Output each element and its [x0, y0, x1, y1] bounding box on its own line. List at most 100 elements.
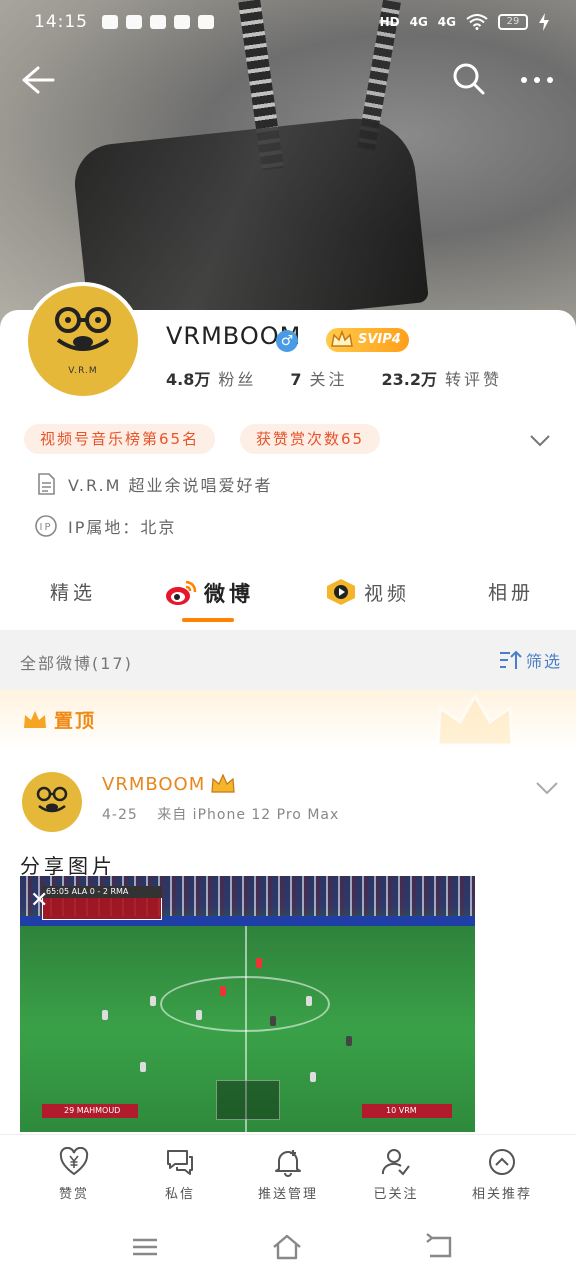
action-label: 私信	[164, 1187, 195, 1202]
weibo-logo-icon	[166, 580, 197, 605]
video-play-icon	[327, 579, 355, 605]
profile-avatar[interactable]: V.R.M	[24, 282, 142, 400]
player	[270, 1016, 276, 1026]
all-posts-count[interactable]: 全部微博(17)	[20, 650, 133, 674]
filter-button[interactable]: 筛选	[498, 648, 562, 672]
post-username-row[interactable]: VRMBOOM	[102, 772, 237, 796]
tab-featured[interactable]: 精选	[50, 578, 96, 605]
stat-label: 关注	[309, 370, 348, 389]
hud-right-player: 10 VRM	[362, 1104, 452, 1118]
back-arrow-icon[interactable]	[20, 62, 56, 98]
reward-button[interactable]: 赞赏	[24, 1147, 124, 1202]
decorative-crown-icon	[436, 692, 514, 747]
team-home: ALA	[71, 887, 88, 896]
profile-tabs: 精选 微博 视频 相册	[0, 570, 576, 626]
tab-label: 相册	[488, 582, 535, 604]
avatar-caption: V.R.M	[68, 366, 98, 376]
post-date: 4-25	[102, 807, 138, 823]
tab-label: 视频	[364, 582, 411, 605]
hud-left-player: 29 MAHMOUD	[42, 1104, 138, 1118]
action-label: 相关推荐	[471, 1187, 532, 1202]
close-icon: ✕	[30, 888, 49, 913]
post-username: VRMBOOM	[102, 773, 206, 795]
document-icon	[38, 473, 55, 495]
player	[140, 1062, 146, 1072]
home-icon[interactable]	[272, 1232, 302, 1262]
message-button[interactable]: 私信	[130, 1147, 230, 1202]
stat-value: 7	[290, 370, 302, 389]
chat-icon	[167, 1150, 193, 1175]
stat-interactions[interactable]: 23.2万 转评赞	[382, 366, 503, 390]
player	[196, 1010, 202, 1020]
post-avatar[interactable]	[22, 772, 82, 832]
minimap	[216, 1080, 280, 1120]
more-options-icon[interactable]	[518, 62, 556, 98]
bio-row: V.R.M 超业余说唱爱好者	[34, 470, 273, 498]
status-time: 14:15	[34, 12, 88, 32]
mail-icon	[150, 15, 166, 29]
stat-label: 粉丝	[218, 370, 257, 389]
bottom-action-bar: 赞赏 私信 推送管理 已关注 相关推荐	[0, 1134, 576, 1212]
tag-reward-count[interactable]: 获赞赏次数65	[240, 424, 381, 454]
player	[256, 958, 262, 968]
bio-text: V.R.M 超业余说唱爱好者	[68, 476, 273, 495]
filter-bar: 全部微博(17) 筛选	[0, 630, 576, 690]
post-meta: 4-25 来自 iPhone 12 Pro Max	[102, 804, 353, 824]
system-back-icon[interactable]	[424, 1232, 454, 1262]
active-tab-indicator	[182, 618, 234, 622]
wifi-icon	[466, 14, 488, 30]
hd-indicator: HD	[379, 15, 400, 29]
svip-badge[interactable]: SVIP4	[326, 328, 409, 352]
tab-video[interactable]: 视频	[324, 578, 410, 606]
ip-location-icon: IP	[35, 515, 57, 537]
pinned-crown-icon	[24, 710, 46, 728]
vip-crown-icon	[211, 773, 235, 793]
tab-album[interactable]: 相册	[488, 578, 534, 605]
recommend-button[interactable]: 相关推荐	[452, 1147, 552, 1202]
notification-icons	[102, 15, 214, 29]
weibo-notification-icon	[174, 15, 190, 29]
pinned-label: 置顶	[54, 710, 97, 732]
ip-row: IP IP属地：北京	[34, 512, 176, 540]
player	[306, 996, 312, 1006]
status-bar: 14:15 HD 4G 4G 29	[0, 0, 576, 44]
avatar-face-icon	[55, 307, 111, 351]
search-icon[interactable]	[452, 62, 486, 96]
yen-heart-icon	[59, 1147, 89, 1176]
action-label: 赞赏	[58, 1187, 89, 1202]
tab-weibo[interactable]: 微博	[164, 578, 254, 608]
sort-filter-icon	[500, 650, 522, 669]
score: 0 - 2	[89, 887, 108, 896]
chevron-down-icon[interactable]	[528, 430, 552, 450]
top-nav	[0, 56, 576, 106]
user-check-icon	[381, 1149, 410, 1176]
stat-followers[interactable]: 4.8万 粉丝	[166, 366, 256, 390]
tag-music-rank[interactable]: 视频号音乐榜第65名	[24, 424, 216, 454]
scoreboard-top: 65:05 ALA 0 - 2 RMA	[42, 886, 162, 898]
filter-label: 筛选	[526, 652, 563, 671]
calendar-icon	[198, 15, 214, 29]
player	[310, 1072, 316, 1082]
signal-4g: 4G	[437, 15, 456, 29]
male-gender-icon: ♂	[276, 330, 298, 352]
app-notification-icon	[126, 15, 142, 29]
following-button[interactable]: 已关注	[346, 1147, 446, 1202]
ip-text: IP属地：北京	[68, 518, 177, 537]
stat-value: 4.8万	[166, 370, 211, 389]
post-image[interactable]: 65:05 ALA 0 - 2 RMA ✕ 29 MAHMOUD 10 VRM	[20, 876, 475, 1132]
action-label: 推送管理	[257, 1187, 318, 1202]
crown-icon	[331, 330, 353, 347]
stat-following[interactable]: 7 关注	[290, 366, 347, 390]
push-settings-button[interactable]: 推送管理	[238, 1147, 338, 1202]
post-source: 来自 iPhone 12 Pro Max	[157, 807, 340, 823]
player	[150, 996, 156, 1006]
match-time: 65:05	[46, 887, 70, 896]
profile-stats: 4.8万 粉丝 7 关注 23.2万 转评赞	[166, 366, 536, 390]
svg-text:IP: IP	[40, 522, 53, 533]
tab-label: 微博	[204, 582, 254, 606]
menu-icon[interactable]	[130, 1232, 160, 1262]
svip-label: SVIP4	[358, 332, 401, 347]
player	[346, 1036, 352, 1046]
pinned-header: 置顶	[0, 690, 576, 750]
post-menu-chevron-icon[interactable]	[534, 778, 560, 798]
